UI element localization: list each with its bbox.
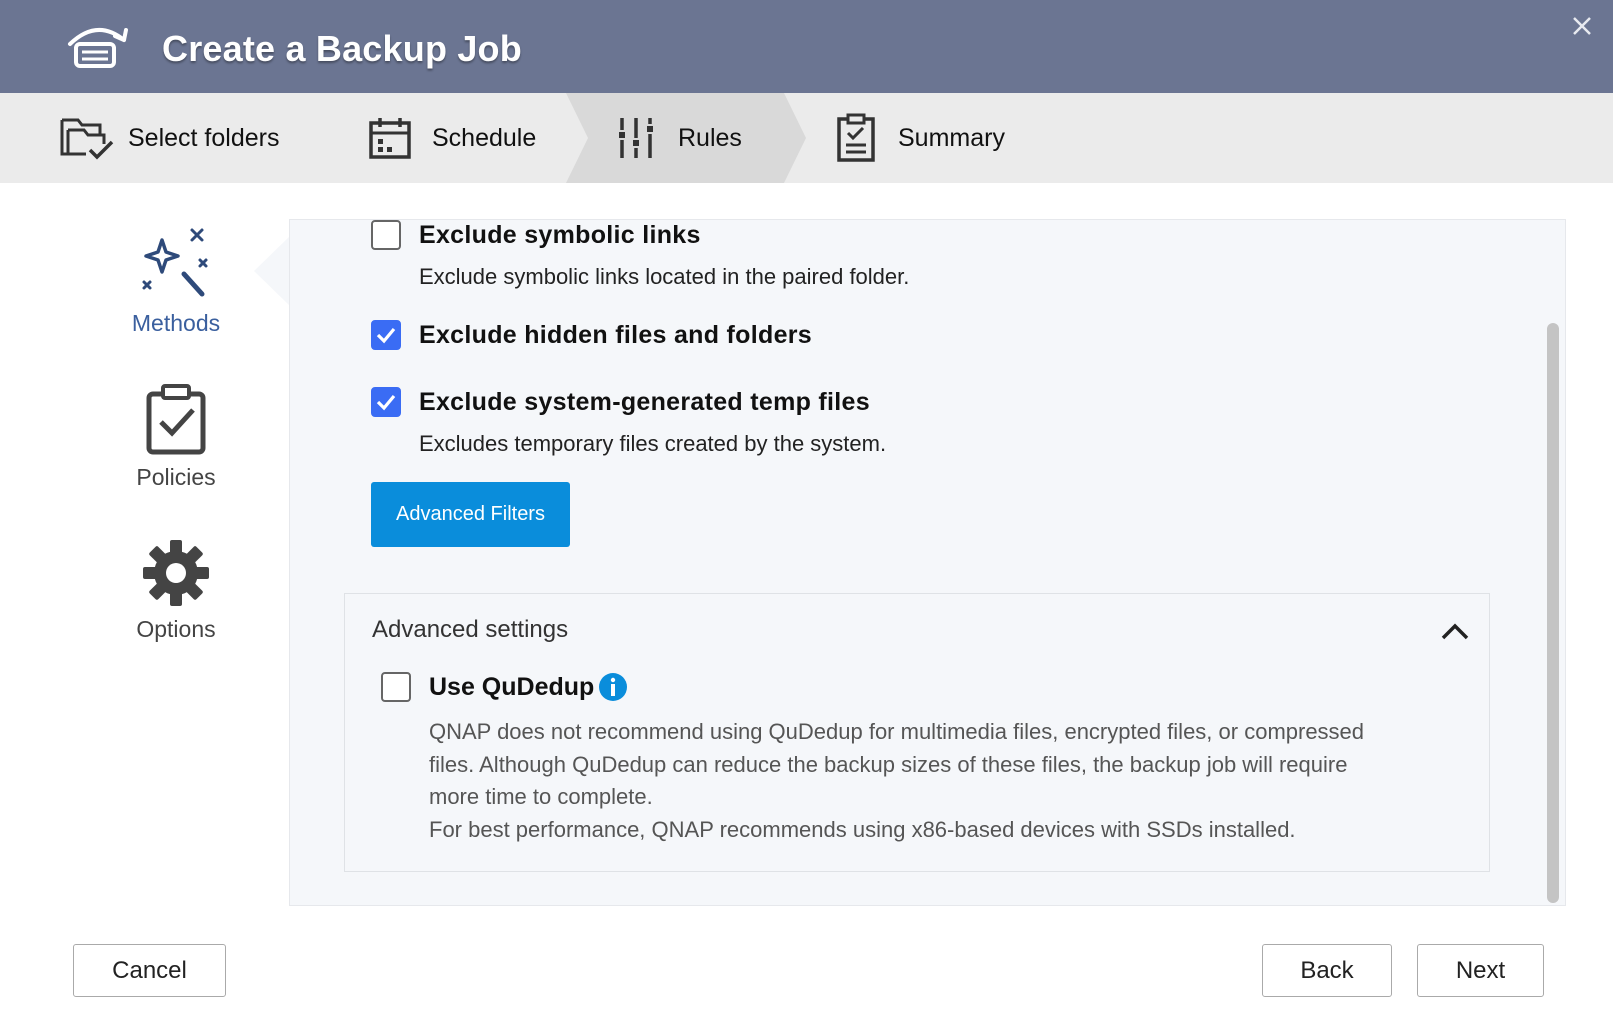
wizard-steps: Select folders Schedule Rules Summary xyxy=(0,93,1613,183)
checkmark-icon xyxy=(376,327,396,344)
sidenav-label: Policies xyxy=(136,464,216,490)
calendar-icon xyxy=(360,108,420,168)
backup-job-dialog: Create a Backup Job Select folders Sched… xyxy=(0,0,1613,1019)
hidden-files-checkbox[interactable] xyxy=(371,320,401,350)
step-label: Rules xyxy=(678,123,742,152)
rule-symlinks: Exclude symbolic links xyxy=(371,220,701,250)
sidenav-label: Methods xyxy=(131,310,221,336)
step-schedule: Schedule xyxy=(360,93,536,183)
temp-files-checkbox[interactable] xyxy=(371,387,401,417)
sidenav-item-options[interactable]: Options xyxy=(86,538,266,643)
description-line: more time to complete. xyxy=(429,784,653,809)
advanced-settings-title: Advanced settings xyxy=(372,616,569,643)
step-label: Select folders xyxy=(128,123,280,152)
rule-description: Exclude symbolic links located in the pa… xyxy=(419,264,910,289)
folder-check-icon xyxy=(56,108,116,168)
rule-hidden-files: Exclude hidden files and folders xyxy=(371,320,812,350)
step-label: Schedule xyxy=(432,123,537,152)
step-summary: Summary xyxy=(826,93,1005,183)
sidenav-label: Options xyxy=(136,616,216,642)
description-line: QNAP does not recommend using QuDedup fo… xyxy=(429,719,1365,744)
gear-icon xyxy=(143,540,209,606)
qudedup-option: Use QuDedup xyxy=(381,672,628,702)
magic-wand-icon xyxy=(142,228,208,297)
step-rules: Rules xyxy=(606,93,742,183)
advanced-filters-button[interactable]: Advanced Filters xyxy=(371,482,570,547)
rule-title: Exclude system-generated temp files xyxy=(419,387,870,416)
clipboard-list-icon xyxy=(826,108,886,168)
next-button[interactable]: Next xyxy=(1417,944,1544,997)
rule-title: Exclude hidden files and folders xyxy=(419,320,813,349)
back-button[interactable]: Back xyxy=(1262,944,1392,997)
qudedup-title: Use QuDedup xyxy=(429,672,595,701)
backup-drive-icon xyxy=(68,27,128,68)
sliders-icon xyxy=(606,108,666,168)
title-bar: Create a Backup Job xyxy=(0,0,1613,93)
sidenav-item-policies[interactable]: Policies xyxy=(86,382,266,491)
chevron-up-icon[interactable] xyxy=(1435,612,1475,652)
step-label: Summary xyxy=(898,123,1005,152)
cancel-button[interactable]: Cancel xyxy=(73,944,226,997)
checkmark-icon xyxy=(376,394,396,411)
dialog-title: Create a Backup Job xyxy=(162,28,522,69)
advanced-settings-section: Advanced settings Use QuDedup QNAP does … xyxy=(344,593,1490,872)
sidenav-item-methods[interactable]: Methods xyxy=(86,226,266,337)
qudedup-description: QNAP does not recommend using QuDedup fo… xyxy=(429,716,1449,846)
description-line: For best performance, QNAP recommends us… xyxy=(429,816,1296,842)
step-select-folders: Select folders xyxy=(56,93,279,183)
info-icon[interactable] xyxy=(598,672,628,702)
rule-temp-files: Exclude system-generated temp files xyxy=(371,387,870,417)
symlinks-checkbox[interactable] xyxy=(371,220,401,250)
description-line: files. Although QuDedup can reduce the b… xyxy=(429,751,1348,777)
rule-description: Excludes temporary files created by the … xyxy=(419,431,887,456)
rule-title: Exclude symbolic links xyxy=(419,220,701,249)
clipboard-check-icon xyxy=(146,384,206,455)
close-icon[interactable] xyxy=(1568,12,1596,40)
vertical-scrollbar[interactable] xyxy=(1547,323,1559,903)
qudedup-checkbox[interactable] xyxy=(381,672,411,702)
